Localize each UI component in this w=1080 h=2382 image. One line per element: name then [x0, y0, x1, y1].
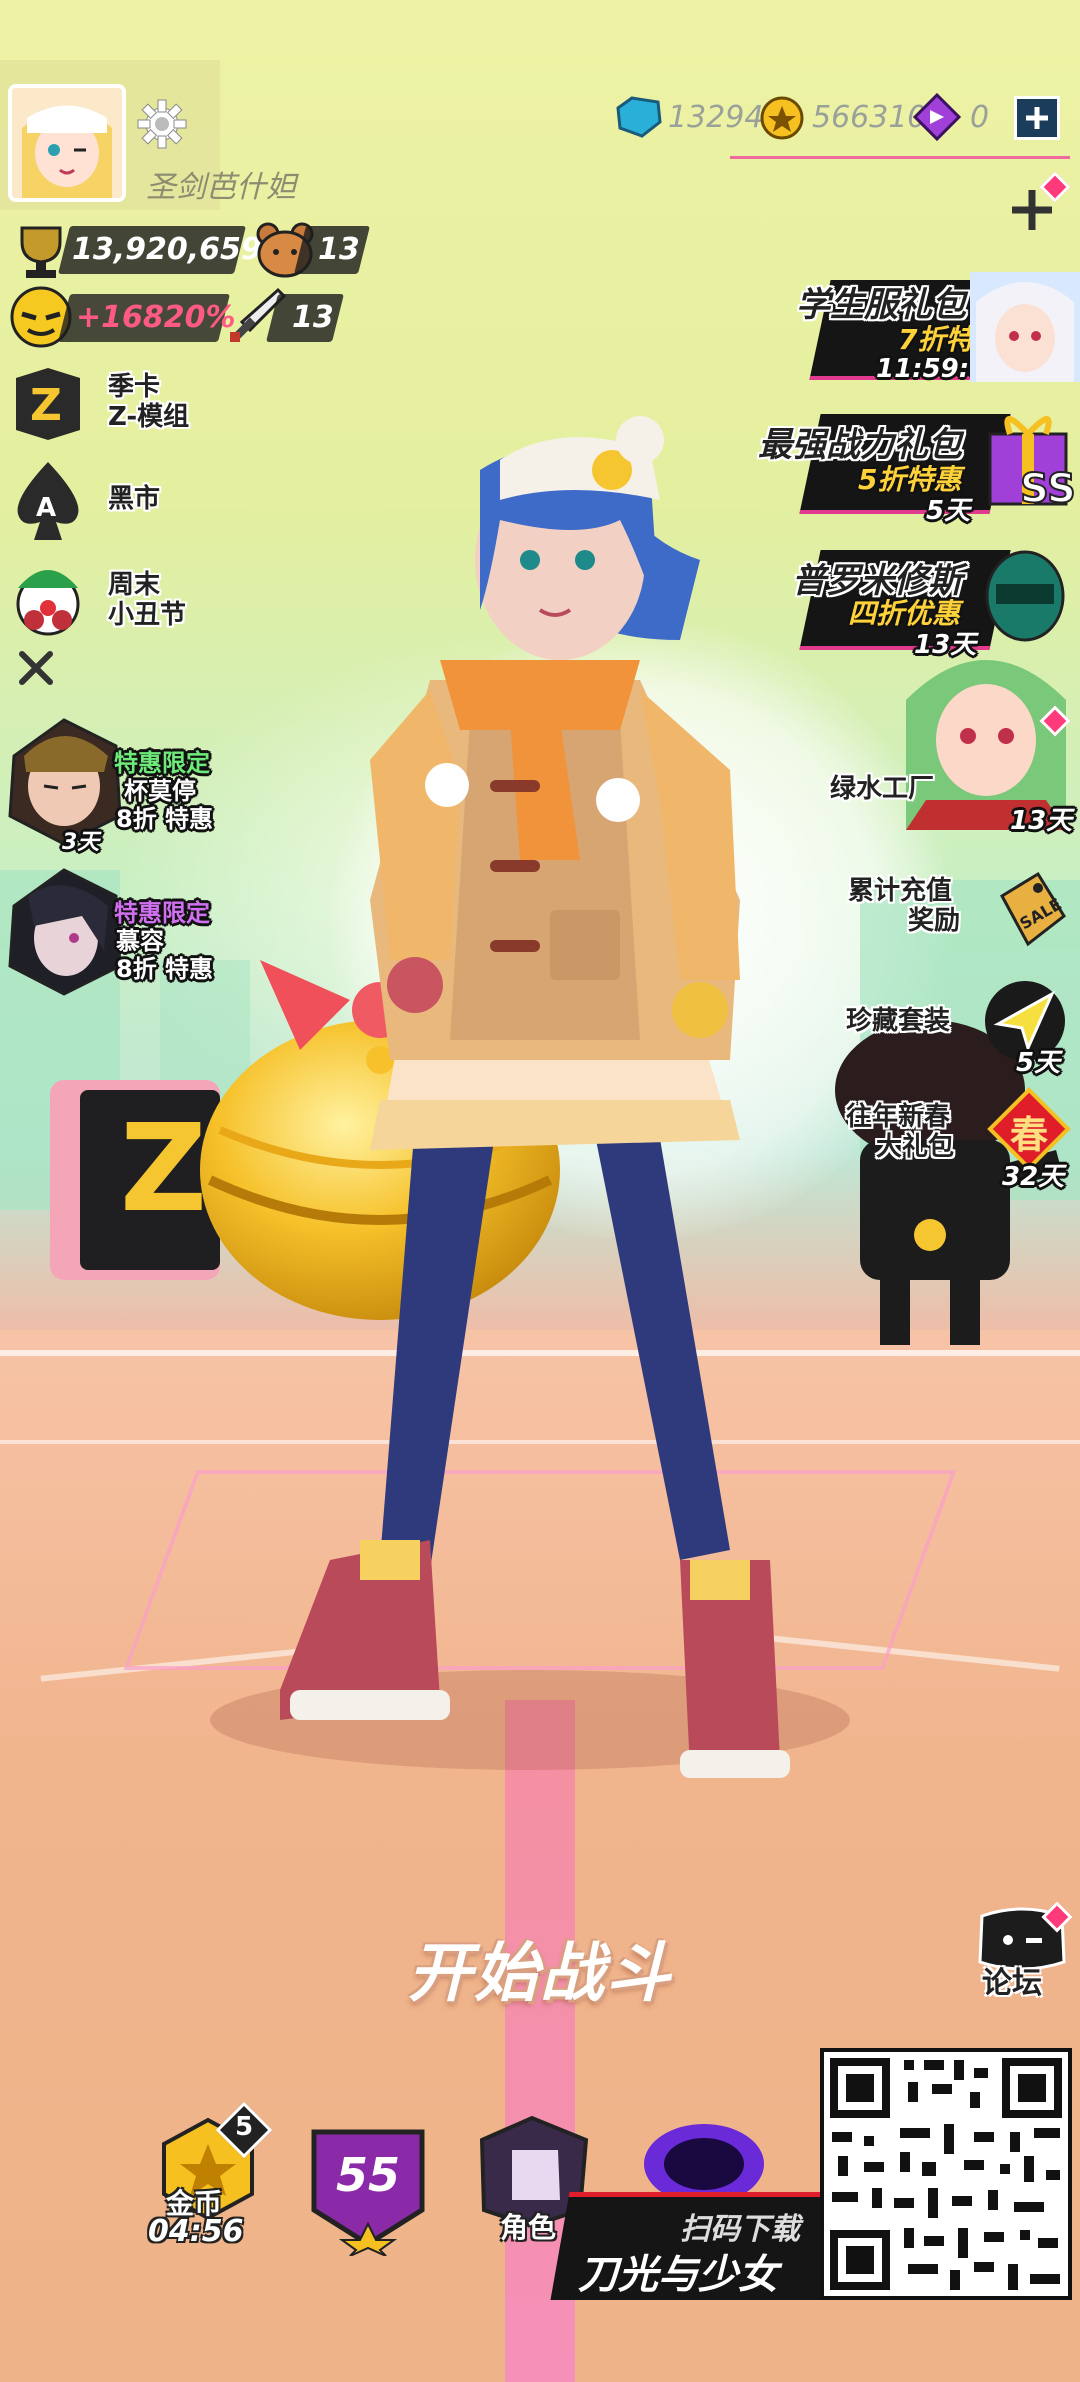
offer-name: 杯莫停 — [124, 777, 196, 805]
event-green-water-factory[interactable]: 绿水工厂 13天 — [820, 640, 1080, 840]
coin-count: 566310 — [812, 100, 927, 135]
bear-count: 13 — [318, 232, 360, 267]
event-days: 13天 — [1010, 806, 1073, 836]
event-label-line1: 黑市 — [108, 484, 161, 514]
event-label: 绿水工厂 — [830, 774, 935, 804]
download-game-name: 刀光与少女 — [578, 2252, 778, 2298]
event-season-card[interactable]: Z 季卡 Z-模组 — [8, 364, 228, 444]
currency-bar-underline — [730, 156, 1070, 159]
event-days: 32天 — [1002, 1162, 1065, 1192]
sword-count: 13 — [292, 300, 334, 335]
player-avatar[interactable] — [8, 84, 126, 202]
gem-icon — [616, 96, 662, 138]
coin-icon — [760, 96, 804, 140]
qr-code-icon — [830, 2058, 1062, 2290]
sale-tag-icon: SALE — [1000, 871, 1066, 947]
event-label-line2: Z-模组 — [108, 402, 190, 432]
trophy-value: 13,920,659 — [72, 232, 262, 267]
event-weekend-clown[interactable]: 周末 小丑节 — [8, 558, 228, 642]
gift-box-ss-icon: SS — [988, 416, 1077, 513]
coin-timer: 04:56 — [148, 2214, 244, 2249]
offer-character-1[interactable]: 特惠限定 杯莫停 8折 特惠 3天 — [4, 716, 244, 856]
download-qr-code[interactable] — [820, 2048, 1072, 2300]
event-label-line1: 往年新春 — [846, 1102, 951, 1132]
prometheus-helmet-icon — [985, 550, 1065, 642]
svg-text:SS: SS — [1020, 466, 1076, 512]
offer-tag: 特惠限定 — [114, 749, 210, 777]
clown-icon — [16, 570, 80, 636]
currency-bar: 13294 566310 0 — [608, 92, 1068, 146]
svg-text:A: A — [36, 493, 56, 523]
ticket-icon — [912, 92, 962, 142]
portal-icon[interactable] — [634, 2110, 774, 2204]
event-label-line1: 累计充值 — [848, 876, 953, 906]
role-label: 角色 — [500, 2211, 557, 2244]
level-value: 55 — [335, 2148, 400, 2202]
offer-title: 学生服礼包 — [796, 285, 966, 325]
coin-reward-button[interactable]: 5 金币 04:56 — [140, 2101, 273, 2260]
offer-days: 3天 — [62, 830, 100, 855]
z-card-icon: Z — [16, 368, 80, 440]
level-badge[interactable]: 55 — [306, 2120, 436, 2260]
spade-ace-icon: A — [17, 462, 79, 540]
event-label-line2: 小丑节 — [108, 600, 187, 630]
spring-badge-text: 春 — [1009, 1113, 1048, 1157]
character-portrait-icon — [8, 868, 122, 996]
close-icon[interactable] — [16, 648, 56, 688]
event-label-line1: 季卡 — [108, 372, 161, 402]
offer-discount: 8折 特惠 — [116, 955, 214, 983]
player-name: 圣剑芭什妲 — [146, 170, 296, 205]
svg-text:Z: Z — [30, 380, 62, 431]
event-new-year-pack[interactable]: 往年新春 大礼包 春 32天 — [840, 1080, 1080, 1192]
event-label-line2: 大礼包 — [876, 1132, 955, 1162]
event-label: 珍藏套装 — [846, 1006, 951, 1036]
ticket-count: 0 — [970, 100, 990, 135]
forum-label: 论坛 — [982, 1966, 1042, 2001]
event-label-line2: 奖励 — [908, 906, 961, 936]
add-currency-button[interactable] — [1014, 96, 1060, 140]
event-collection-set[interactable]: 珍藏套装 5天 — [840, 970, 1080, 1080]
event-recharge-reward[interactable]: 累计充值 奖励 SALE — [840, 862, 1080, 962]
offer-character-2[interactable]: 特惠限定 慕容 8折 特惠 — [4, 866, 244, 1006]
offer-name: 慕容 — [116, 927, 164, 955]
offer-strongest-power[interactable]: 最强战力礼包 5折特惠 5天 SS — [740, 404, 1080, 526]
event-days: 5天 — [1016, 1048, 1061, 1078]
coin-badge-count-text: 5 — [234, 2112, 254, 2142]
event-black-market[interactable]: A 黑市 — [8, 458, 228, 544]
offer-discount: 8折 特惠 — [116, 805, 214, 833]
offer-title: 最强战力礼包 — [758, 425, 962, 465]
avatar-portrait-icon — [12, 88, 122, 198]
offer-student-uniform[interactable]: 学生服礼包 7折特惠 11:59:06 — [780, 270, 1080, 390]
settings-gear-icon[interactable] — [134, 96, 190, 152]
offer-days: 5天 — [926, 496, 971, 526]
bonus-rate: +16820% — [76, 300, 236, 335]
gem-count: 13294 — [668, 100, 764, 135]
white-hair-girl-icon — [970, 272, 1080, 382]
event-label-line1: 周末 — [108, 570, 161, 600]
offer-tag: 特惠限定 — [114, 899, 210, 927]
offer-title: 普罗米修斯 — [792, 561, 962, 601]
start-battle-button[interactable]: 开始战斗 — [360, 1922, 720, 2022]
